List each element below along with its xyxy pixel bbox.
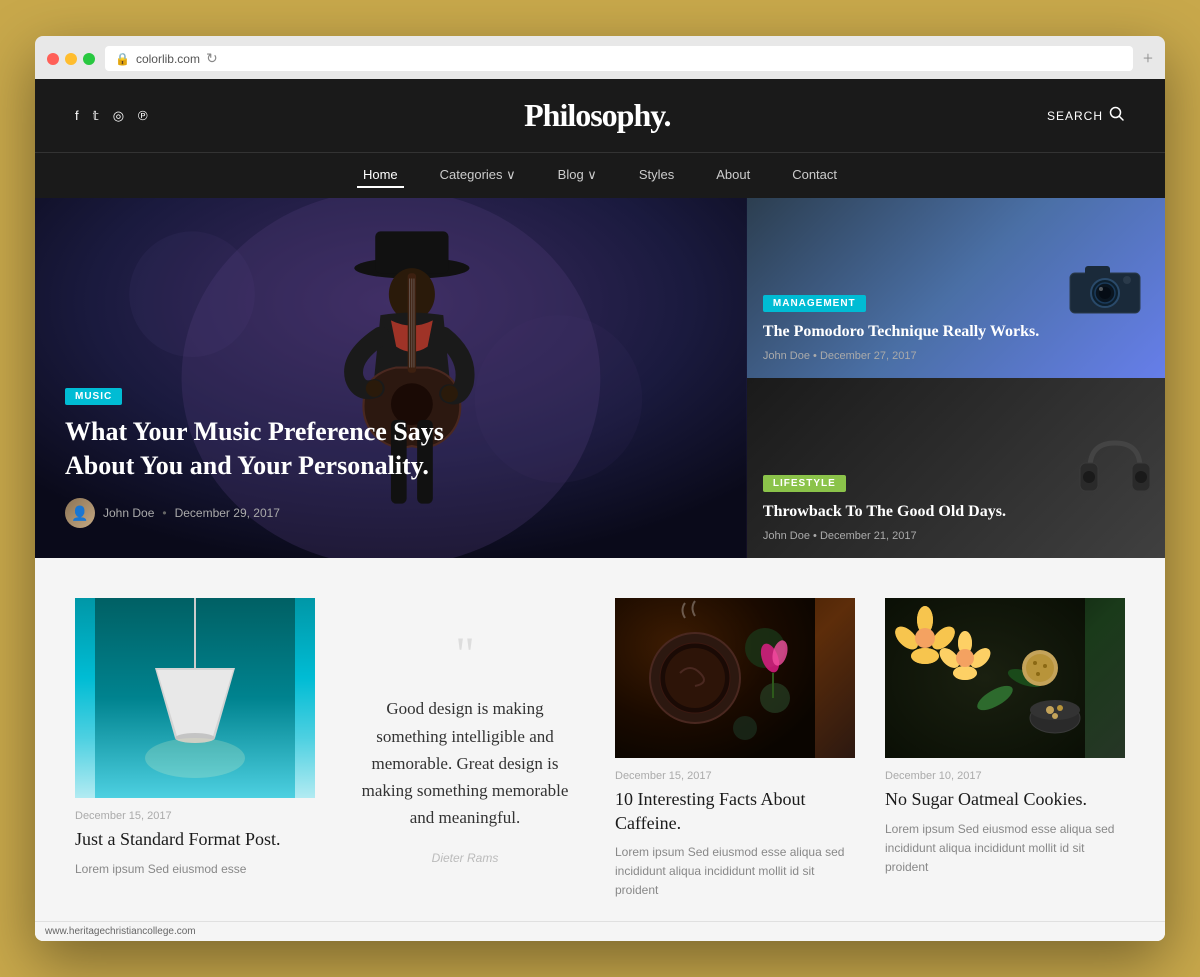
side-2-date: December 21, 2017	[820, 530, 917, 542]
post-1-image	[75, 598, 315, 798]
lock-icon: 🔒	[115, 52, 130, 66]
twitter-icon[interactable]: 𝕥	[93, 108, 99, 124]
post-4-image	[885, 598, 1125, 758]
side-article-2-content: LIFESTYLE Throwback To The Good Old Days…	[763, 473, 1006, 543]
browser-dots	[47, 53, 95, 65]
search-icon	[1109, 106, 1125, 125]
nav-styles[interactable]: Styles	[633, 163, 680, 188]
post-4-excerpt: Lorem ipsum Sed eiusmod esse aliqua sed …	[885, 820, 1125, 878]
nav-contact[interactable]: Contact	[786, 163, 843, 188]
post-4-date: December 10, 2017	[885, 770, 1125, 782]
post-3-date: December 15, 2017	[615, 770, 855, 782]
hero-main-article[interactable]: MUSIC What Your Music Preference Says Ab…	[35, 198, 747, 558]
side-1-separator: •	[813, 350, 820, 362]
browser-status: www.heritagechristiancollege.com	[35, 921, 1165, 941]
posts-grid: December 15, 2017 Just a Standard Format…	[75, 598, 1125, 900]
minimize-button[interactable]	[65, 53, 77, 65]
social-icons: f 𝕥 ◎ ℗	[75, 108, 148, 124]
main-content: December 15, 2017 Just a Standard Format…	[35, 558, 1165, 920]
side-2-tag[interactable]: LIFESTYLE	[763, 475, 846, 492]
browser-chrome: 🔒 colorlib.com ↻ +	[35, 36, 1165, 79]
url-text: colorlib.com	[136, 52, 200, 66]
close-button[interactable]	[47, 53, 59, 65]
post-4-title: No Sugar Oatmeal Cookies.	[885, 788, 1125, 811]
quote-text: Good design is making something intellig…	[355, 695, 575, 831]
status-url: www.heritagechristiancollege.com	[45, 926, 196, 937]
post-card-4[interactable]: December 10, 2017 No Sugar Oatmeal Cooki…	[885, 598, 1125, 900]
side-2-author: John Doe	[763, 530, 810, 542]
post-card-quote: " Good design is making something intell…	[345, 598, 585, 900]
author-avatar: 👤	[65, 498, 95, 528]
side-1-title: The Pomodoro Technique Really Works.	[763, 322, 1039, 343]
meta-separator: •	[162, 506, 166, 520]
post-1-title: Just a Standard Format Post.	[75, 828, 315, 851]
new-tab-button[interactable]: +	[1143, 48, 1153, 69]
side-1-meta: John Doe • December 27, 2017	[763, 350, 1039, 362]
maximize-button[interactable]	[83, 53, 95, 65]
side-2-title: Throwback To The Good Old Days.	[763, 502, 1006, 523]
pinterest-icon[interactable]: ℗	[138, 108, 148, 124]
side-article-1[interactable]: MANAGEMENT The Pomodoro Technique Really…	[747, 198, 1165, 378]
instagram-icon[interactable]: ◎	[113, 108, 124, 124]
side-1-date: December 27, 2017	[820, 350, 917, 362]
hero-main-content: MUSIC What Your Music Preference Says Ab…	[65, 386, 445, 529]
hero-title: What Your Music Preference Says About Yo…	[65, 415, 445, 483]
hero-tag[interactable]: MUSIC	[65, 388, 122, 405]
site-logo[interactable]: Philosophy.	[524, 97, 670, 134]
hero-author: John Doe	[103, 506, 154, 520]
side-2-meta: John Doe • December 21, 2017	[763, 530, 1006, 542]
hero-meta: 👤 John Doe • December 29, 2017	[65, 498, 445, 528]
headphone-image	[1075, 433, 1155, 503]
post-3-image	[615, 598, 855, 758]
browser-window: 🔒 colorlib.com ↻ + f 𝕥 ◎ ℗ Philosophy. S…	[35, 36, 1165, 940]
hero-date: December 29, 2017	[175, 506, 280, 520]
hero-side-articles: MANAGEMENT The Pomodoro Technique Really…	[747, 198, 1165, 558]
facebook-icon[interactable]: f	[75, 108, 79, 124]
post-1-excerpt: Lorem ipsum Sed eiusmod esse	[75, 860, 315, 879]
nav-blog[interactable]: Blog ∨	[552, 163, 603, 188]
post-1-date: December 15, 2017	[75, 810, 315, 822]
search-label: SEARCH	[1047, 109, 1103, 123]
quote-author: Dieter Rams	[432, 851, 499, 865]
site-nav: Home Categories ∨ Blog ∨ Styles About Co…	[35, 152, 1165, 198]
nav-home[interactable]: Home	[357, 163, 404, 188]
side-1-author: John Doe	[763, 350, 810, 362]
post-card-1[interactable]: December 15, 2017 Just a Standard Format…	[75, 598, 315, 900]
nav-about[interactable]: About	[710, 163, 756, 188]
post-3-excerpt: Lorem ipsum Sed eiusmod esse aliqua sed …	[615, 843, 855, 901]
quote-card: " Good design is making something intell…	[345, 598, 585, 898]
camera-image	[1065, 258, 1145, 318]
side-article-2[interactable]: LIFESTYLE Throwback To The Good Old Days…	[747, 378, 1165, 558]
address-bar[interactable]: 🔒 colorlib.com ↻	[105, 46, 1133, 71]
post-3-title: 10 Interesting Facts About Caffeine.	[615, 788, 855, 835]
post-card-3[interactable]: December 15, 2017 10 Interesting Facts A…	[615, 598, 855, 900]
site-header: f 𝕥 ◎ ℗ Philosophy. SEARCH	[35, 79, 1165, 152]
website-content: f 𝕥 ◎ ℗ Philosophy. SEARCH Home Categori…	[35, 79, 1165, 940]
hero-section: MUSIC What Your Music Preference Says Ab…	[35, 198, 1165, 558]
side-2-separator: •	[813, 530, 820, 542]
nav-categories[interactable]: Categories ∨	[434, 163, 522, 188]
refresh-button[interactable]: ↻	[206, 50, 218, 67]
side-article-1-content: MANAGEMENT The Pomodoro Technique Really…	[763, 293, 1039, 363]
side-1-tag[interactable]: MANAGEMENT	[763, 295, 866, 312]
quote-icon: "	[455, 631, 475, 679]
search-button[interactable]: SEARCH	[1047, 106, 1125, 125]
